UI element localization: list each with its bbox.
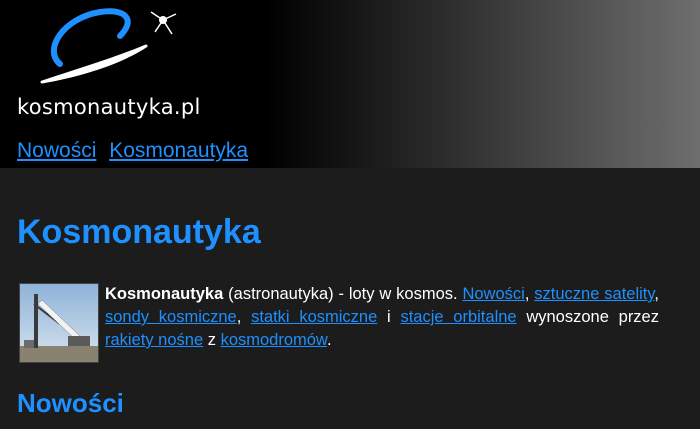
intro-section: Kosmonautyka (astronautyka) - loty w kos… [19, 283, 659, 363]
top-navigation: Nowości Kosmonautyka [17, 139, 255, 163]
link-probes[interactable]: sondy kosmiczne [105, 308, 237, 326]
rocket-thumbnail[interactable] [19, 283, 99, 363]
intro-text: . [326, 331, 332, 349]
link-stations[interactable]: stacje orbitalne [400, 308, 516, 326]
intro-term: Kosmonautyka [105, 285, 224, 303]
satellite-icon [150, 11, 177, 35]
site-brand[interactable]: kosmonautyka.pl [17, 95, 201, 119]
link-spacecraft[interactable]: statki kosmiczne [251, 308, 377, 326]
nav-link-news[interactable]: Nowości [17, 139, 96, 162]
link-news[interactable]: Nowości [462, 285, 524, 303]
link-rockets[interactable]: rakiety nośne [105, 331, 203, 349]
intro-paragraph: Kosmonautyka (astronautyka) - loty w kos… [19, 283, 659, 352]
link-spaceports[interactable]: kosmodromów [221, 331, 327, 349]
intro-text: (astronautyka) - loty w kosmos. [223, 285, 463, 303]
separator: , [236, 308, 252, 326]
separator: , [654, 285, 659, 303]
site-header: kosmonautyka.pl Nowości Kosmonautyka [0, 0, 700, 168]
page-title: Kosmonautyka [17, 213, 261, 251]
nav-link-cosmonautics[interactable]: Kosmonautyka [109, 139, 248, 162]
intro-text: z [203, 331, 221, 349]
section-title-news: Nowości [17, 388, 124, 418]
logo-orbit-icon[interactable] [38, 6, 188, 86]
intro-text: wynoszone przez [516, 308, 659, 326]
separator: , [524, 285, 535, 303]
link-satellites[interactable]: sztuczne satelity [534, 285, 654, 303]
separator: i [377, 308, 401, 326]
